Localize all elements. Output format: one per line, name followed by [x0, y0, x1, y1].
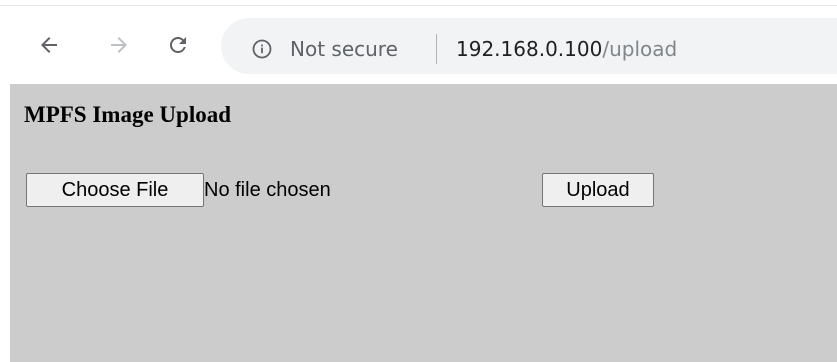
browser-toolbar: Not secure 192.168.0.100/upload [0, 6, 837, 84]
file-status-text: No file chosen [204, 179, 331, 201]
page-title: MPFS Image Upload [24, 102, 231, 127]
upload-button[interactable]: Upload [542, 173, 654, 207]
url-text[interactable]: 192.168.0.100/upload [456, 37, 677, 61]
page-content: MPFS Image Upload Choose File No file ch… [10, 84, 837, 362]
choose-file-button[interactable]: Choose File [26, 173, 204, 207]
security-status-label[interactable]: Not secure [290, 37, 398, 61]
reload-button[interactable] [163, 30, 193, 60]
arrow-left-icon [41, 37, 57, 53]
address-separator [436, 34, 437, 64]
url-host: 192.168.0.100 [456, 37, 603, 61]
arrow-right-icon [111, 37, 127, 53]
url-path: /upload [602, 37, 678, 61]
info-circle-icon[interactable] [252, 39, 272, 59]
forward-button[interactable] [104, 30, 134, 60]
reload-icon [169, 36, 186, 53]
back-button[interactable] [34, 30, 64, 60]
